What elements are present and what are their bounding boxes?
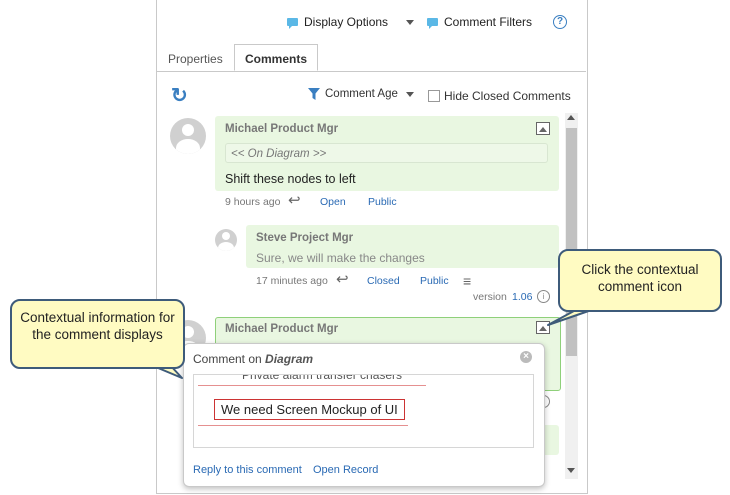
- version-label: version: [473, 291, 507, 303]
- open-record-link[interactable]: Open Record: [313, 464, 378, 476]
- reply-author: Steve Project Mgr: [256, 232, 354, 244]
- comment-context: << On Diagram >>: [225, 143, 548, 163]
- comment-author: Michael Product Mgr: [225, 123, 339, 135]
- chevron-down-icon: [405, 91, 414, 97]
- contextual-comment-icon[interactable]: [536, 321, 550, 334]
- reply-to-comment-link[interactable]: Reply to this comment: [193, 464, 302, 476]
- reply-icon[interactable]: ↩: [288, 191, 301, 209]
- close-icon[interactable]: ×: [520, 351, 532, 363]
- scroll-up-arrow-icon[interactable]: [567, 115, 575, 120]
- comment-filters-label: Comment Filters: [444, 15, 533, 29]
- comment-flag-icon: [287, 18, 298, 29]
- comment-age: 9 hours ago: [225, 196, 281, 208]
- info-icon[interactable]: i: [537, 290, 550, 303]
- hide-closed-label: Hide Closed Comments: [444, 89, 571, 103]
- comment-flag-icon: [427, 18, 438, 29]
- scrollbar-thumb[interactable]: [566, 128, 577, 356]
- comment-text: Shift these nodes to left: [225, 172, 356, 186]
- comment-filters-menu[interactable]: Comment Filters: [427, 15, 532, 29]
- popup-title: Comment on Diagram: [193, 352, 313, 366]
- comment-status-link[interactable]: Open: [320, 196, 346, 208]
- popup-title-prefix: Comment on: [193, 352, 262, 366]
- chevron-down-icon: [406, 19, 415, 25]
- callout-click-icon: Click the contextual comment icon: [558, 249, 722, 312]
- display-options-menu[interactable]: Display Options: [287, 15, 415, 29]
- scroll-down-arrow-icon[interactable]: [567, 468, 575, 473]
- reply-age: 17 minutes ago: [256, 275, 328, 287]
- popup-title-target: Diagram: [265, 352, 314, 366]
- tabs-divider: [156, 71, 586, 72]
- avatar: [215, 229, 237, 251]
- comment-visibility-link[interactable]: Public: [368, 196, 397, 208]
- comment-age-label: Comment Age: [325, 88, 398, 100]
- more-menu-icon[interactable]: ≡: [463, 274, 471, 288]
- reply-status-link[interactable]: Closed: [367, 275, 400, 287]
- callout-contextual-info: Contextual information for the comment d…: [10, 299, 185, 369]
- comment-author: Michael Product Mgr: [225, 323, 339, 335]
- highlight-line: [198, 385, 426, 386]
- tab-comments[interactable]: Comments: [234, 44, 318, 71]
- avatar: [170, 118, 206, 154]
- reply-icon[interactable]: ↩: [336, 270, 349, 288]
- context-preview: Private alarm transfer chasers We need S…: [193, 374, 534, 448]
- contextual-comment-icon[interactable]: [536, 122, 550, 135]
- hide-closed-checkbox[interactable]: [428, 90, 440, 102]
- highlight-line: [198, 425, 408, 426]
- help-icon[interactable]: ?: [553, 15, 567, 29]
- version-link[interactable]: 1.06: [512, 291, 532, 303]
- clipped-diagram-text: Private alarm transfer chasers: [242, 374, 403, 382]
- callout-seam: [122, 349, 156, 353]
- filter-funnel-icon: [308, 88, 320, 100]
- highlighted-element: We need Screen Mockup of UI: [214, 399, 405, 420]
- refresh-icon[interactable]: ↻: [171, 83, 188, 108]
- tab-properties[interactable]: Properties: [168, 52, 223, 66]
- reply-text: Sure, we will make the changes: [256, 251, 425, 265]
- display-options-label: Display Options: [304, 15, 389, 29]
- callout-seam: [586, 302, 605, 306]
- comment-age-sort[interactable]: Comment Age: [308, 88, 414, 100]
- reply-visibility-link[interactable]: Public: [420, 275, 449, 287]
